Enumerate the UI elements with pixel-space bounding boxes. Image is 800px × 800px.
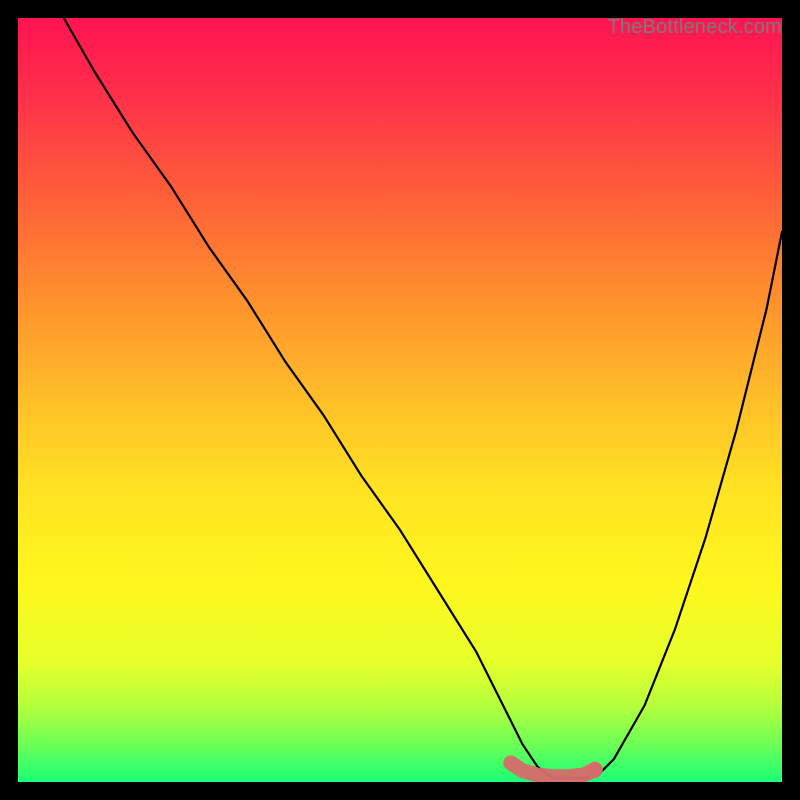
watermark-text: TheBottleneck.com bbox=[607, 16, 782, 39]
chart-frame: TheBottleneck.com bbox=[18, 18, 782, 782]
background-gradient bbox=[18, 18, 782, 782]
